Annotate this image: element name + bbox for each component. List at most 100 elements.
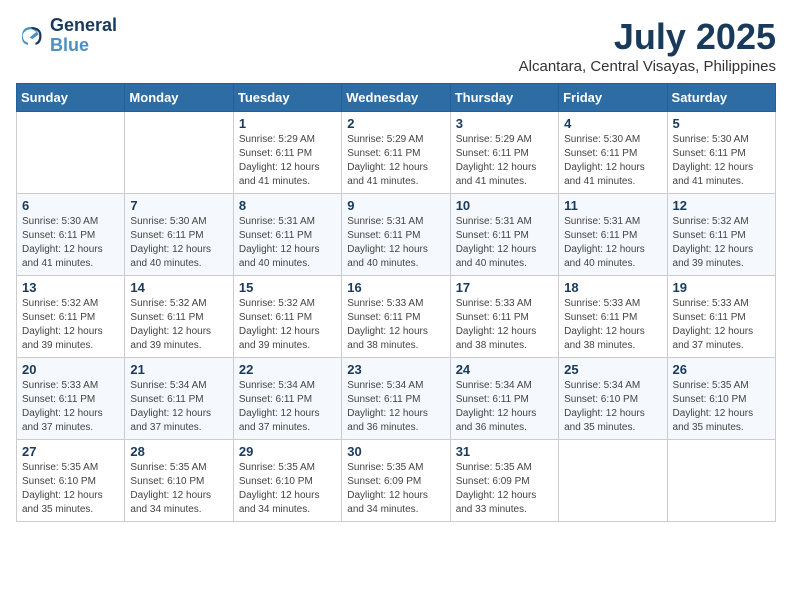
calendar-day-cell: 28 Sunrise: 5:35 AM Sunset: 6:10 PM Dayli… <box>125 440 233 522</box>
day-number: 29 <box>239 444 336 459</box>
calendar-day-header: Thursday <box>450 84 558 112</box>
calendar-day-cell: 26 Sunrise: 5:35 AM Sunset: 6:10 PM Dayli… <box>667 358 775 440</box>
calendar-day-cell: 13 Sunrise: 5:32 AM Sunset: 6:11 PM Dayli… <box>17 276 125 358</box>
calendar-day-header: Monday <box>125 84 233 112</box>
day-number: 15 <box>239 280 336 295</box>
day-info: Sunrise: 5:29 AM Sunset: 6:11 PM Dayligh… <box>239 133 336 189</box>
calendar-day-cell <box>17 112 125 194</box>
calendar-day-cell: 21Sunrise: 5:34 AM Sunset: 6:11 PM Dayli… <box>125 358 233 440</box>
day-info: Sunrise: 5:30 AM Sunset: 6:11 PM Dayligh… <box>564 133 661 189</box>
calendar-day-cell: 17Sunrise: 5:33 AM Sunset: 6:11 PM Dayli… <box>450 276 558 358</box>
calendar-day-cell <box>667 440 775 522</box>
day-info: Sunrise: 5:32 AM Sunset: 6:11 PM Dayligh… <box>673 215 770 271</box>
calendar-day-cell: 15 Sunrise: 5:32 AM Sunset: 6:11 PM Dayli… <box>233 276 341 358</box>
day-number: 26 <box>673 362 770 377</box>
page-header: General Blue July 2025 Alcantara, Centra… <box>16 16 776 75</box>
day-info: Sunrise: 5:29 AM Sunset: 6:11 PM Dayligh… <box>456 133 553 189</box>
day-info: Sunrise: 5:35 AM Sunset: 6:10 PM Dayligh… <box>673 379 770 435</box>
day-number: 24 <box>456 362 553 377</box>
day-number: 5 <box>673 116 770 131</box>
calendar-day-cell <box>125 112 233 194</box>
calendar-week-row: 1 Sunrise: 5:29 AM Sunset: 6:11 PM Daylig… <box>17 112 776 194</box>
day-info: Sunrise: 5:30 AM Sunset: 6:11 PM Dayligh… <box>22 215 119 271</box>
day-info: Sunrise: 5:33 AM Sunset: 6:11 PM Dayligh… <box>347 297 444 353</box>
calendar-day-cell: 22Sunrise: 5:34 AM Sunset: 6:11 PM Dayli… <box>233 358 341 440</box>
calendar-day-cell: 5 Sunrise: 5:30 AM Sunset: 6:11 PM Daylig… <box>667 112 775 194</box>
day-number: 13 <box>22 280 119 295</box>
day-info: Sunrise: 5:31 AM Sunset: 6:11 PM Dayligh… <box>347 215 444 271</box>
calendar-day-cell: 3 Sunrise: 5:29 AM Sunset: 6:11 PM Daylig… <box>450 112 558 194</box>
calendar-day-cell: 25 Sunrise: 5:34 AM Sunset: 6:10 PM Dayli… <box>559 358 667 440</box>
day-info: Sunrise: 5:32 AM Sunset: 6:11 PM Dayligh… <box>130 297 227 353</box>
calendar-day-cell: 9 Sunrise: 5:31 AM Sunset: 6:11 PM Daylig… <box>342 194 450 276</box>
calendar-day-cell: 23 Sunrise: 5:34 AM Sunset: 6:11 PM Dayli… <box>342 358 450 440</box>
calendar-day-cell: 6Sunrise: 5:30 AM Sunset: 6:11 PM Daylig… <box>17 194 125 276</box>
day-number: 10 <box>456 198 553 213</box>
day-number: 11 <box>564 198 661 213</box>
day-info: Sunrise: 5:31 AM Sunset: 6:11 PM Dayligh… <box>456 215 553 271</box>
day-info: Sunrise: 5:32 AM Sunset: 6:11 PM Dayligh… <box>22 297 119 353</box>
calendar-day-cell: 27Sunrise: 5:35 AM Sunset: 6:10 PM Dayli… <box>17 440 125 522</box>
calendar-day-header: Sunday <box>17 84 125 112</box>
day-number: 4 <box>564 116 661 131</box>
day-info: Sunrise: 5:30 AM Sunset: 6:11 PM Dayligh… <box>673 133 770 189</box>
calendar-day-cell: 14 Sunrise: 5:32 AM Sunset: 6:11 PM Dayli… <box>125 276 233 358</box>
calendar-day-cell: 8 Sunrise: 5:31 AM Sunset: 6:11 PM Daylig… <box>233 194 341 276</box>
calendar-day-cell: 10 Sunrise: 5:31 AM Sunset: 6:11 PM Dayli… <box>450 194 558 276</box>
day-info: Sunrise: 5:33 AM Sunset: 6:11 PM Dayligh… <box>564 297 661 353</box>
calendar-week-row: 20Sunrise: 5:33 AM Sunset: 6:11 PM Dayli… <box>17 358 776 440</box>
calendar-day-cell: 7 Sunrise: 5:30 AM Sunset: 6:11 PM Daylig… <box>125 194 233 276</box>
day-number: 9 <box>347 198 444 213</box>
calendar-week-row: 13 Sunrise: 5:32 AM Sunset: 6:11 PM Dayli… <box>17 276 776 358</box>
calendar-header-row: SundayMondayTuesdayWednesdayThursdayFrid… <box>17 84 776 112</box>
day-info: Sunrise: 5:35 AM Sunset: 6:09 PM Dayligh… <box>347 461 444 517</box>
day-info: Sunrise: 5:30 AM Sunset: 6:11 PM Dayligh… <box>130 215 227 271</box>
day-info: Sunrise: 5:35 AM Sunset: 6:10 PM Dayligh… <box>130 461 227 517</box>
day-number: 22 <box>239 362 336 377</box>
month-title: July 2025 <box>519 16 776 58</box>
day-number: 8 <box>239 198 336 213</box>
calendar-day-cell: 2 Sunrise: 5:29 AM Sunset: 6:11 PM Daylig… <box>342 112 450 194</box>
day-number: 17 <box>456 280 553 295</box>
day-info: Sunrise: 5:35 AM Sunset: 6:09 PM Dayligh… <box>456 461 553 517</box>
location-title: Alcantara, Central Visayas, Philippines <box>519 58 776 75</box>
calendar-day-cell: 11 Sunrise: 5:31 AM Sunset: 6:11 PM Dayli… <box>559 194 667 276</box>
day-info: Sunrise: 5:31 AM Sunset: 6:11 PM Dayligh… <box>564 215 661 271</box>
calendar-day-cell: 4 Sunrise: 5:30 AM Sunset: 6:11 PM Daylig… <box>559 112 667 194</box>
day-info: Sunrise: 5:34 AM Sunset: 6:11 PM Dayligh… <box>130 379 227 435</box>
day-number: 25 <box>564 362 661 377</box>
day-number: 3 <box>456 116 553 131</box>
day-number: 1 <box>239 116 336 131</box>
calendar-day-cell: 20Sunrise: 5:33 AM Sunset: 6:11 PM Dayli… <box>17 358 125 440</box>
day-number: 7 <box>130 198 227 213</box>
day-number: 19 <box>673 280 770 295</box>
calendar-day-cell: 29Sunrise: 5:35 AM Sunset: 6:10 PM Dayli… <box>233 440 341 522</box>
logo-icon <box>16 21 46 51</box>
day-number: 14 <box>130 280 227 295</box>
calendar-day-cell: 12Sunrise: 5:32 AM Sunset: 6:11 PM Dayli… <box>667 194 775 276</box>
day-number: 16 <box>347 280 444 295</box>
day-info: Sunrise: 5:33 AM Sunset: 6:11 PM Dayligh… <box>22 379 119 435</box>
logo: General Blue <box>16 16 117 56</box>
day-number: 31 <box>456 444 553 459</box>
day-info: Sunrise: 5:32 AM Sunset: 6:11 PM Dayligh… <box>239 297 336 353</box>
calendar-day-header: Friday <box>559 84 667 112</box>
day-number: 28 <box>130 444 227 459</box>
day-info: Sunrise: 5:34 AM Sunset: 6:10 PM Dayligh… <box>564 379 661 435</box>
calendar-day-cell: 30 Sunrise: 5:35 AM Sunset: 6:09 PM Dayli… <box>342 440 450 522</box>
calendar-day-cell: 19Sunrise: 5:33 AM Sunset: 6:11 PM Dayli… <box>667 276 775 358</box>
calendar-day-cell: 24Sunrise: 5:34 AM Sunset: 6:11 PM Dayli… <box>450 358 558 440</box>
calendar-day-cell: 18Sunrise: 5:33 AM Sunset: 6:11 PM Dayli… <box>559 276 667 358</box>
day-number: 23 <box>347 362 444 377</box>
day-info: Sunrise: 5:31 AM Sunset: 6:11 PM Dayligh… <box>239 215 336 271</box>
calendar-day-cell: 16 Sunrise: 5:33 AM Sunset: 6:11 PM Dayli… <box>342 276 450 358</box>
calendar-week-row: 6Sunrise: 5:30 AM Sunset: 6:11 PM Daylig… <box>17 194 776 276</box>
calendar-day-cell: 1 Sunrise: 5:29 AM Sunset: 6:11 PM Daylig… <box>233 112 341 194</box>
day-info: Sunrise: 5:29 AM Sunset: 6:11 PM Dayligh… <box>347 133 444 189</box>
day-number: 27 <box>22 444 119 459</box>
day-number: 2 <box>347 116 444 131</box>
day-number: 30 <box>347 444 444 459</box>
day-info: Sunrise: 5:34 AM Sunset: 6:11 PM Dayligh… <box>347 379 444 435</box>
calendar-day-header: Wednesday <box>342 84 450 112</box>
calendar-day-cell <box>559 440 667 522</box>
